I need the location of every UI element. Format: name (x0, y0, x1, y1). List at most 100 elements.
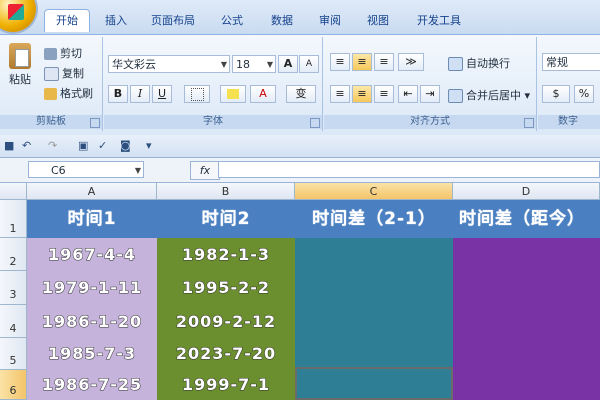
number-format-select[interactable]: 常规 (542, 53, 600, 71)
cut-label: 剪切 (60, 47, 82, 60)
redo-icon[interactable]: ↷ (48, 139, 57, 152)
time2-cell[interactable]: 1999-7-1 (157, 370, 295, 400)
tab-formulas[interactable]: 公式 (212, 10, 252, 32)
time1-cell[interactable]: 1979-1-11 (27, 271, 157, 305)
name-box[interactable]: C6 ▼ (28, 161, 144, 178)
cut-button[interactable]: 剪切 (44, 45, 82, 61)
time1-cell[interactable]: 1967-4-4 (27, 238, 157, 271)
insert-function-button[interactable]: fx (190, 161, 220, 180)
formula-input[interactable] (218, 161, 600, 178)
row-header-5[interactable]: 5 (0, 338, 27, 370)
office-button[interactable] (0, 0, 36, 32)
column-header-d[interactable]: D (453, 183, 600, 200)
time1-cell[interactable]: 1986-1-20 (27, 305, 157, 338)
merge-center-button[interactable]: 合并后居中 ▾ (448, 87, 530, 103)
chevron-down-icon: ▼ (134, 166, 141, 175)
align-bottom-button[interactable]: ≡ (374, 53, 394, 71)
tab-page-layout[interactable]: 页面布局 (142, 10, 204, 32)
time2-cell[interactable]: 1995-2-2 (157, 271, 295, 305)
header-cell-time1[interactable]: 时间1 (27, 200, 157, 238)
font-name-select[interactable]: 华文彩云 ▼ (108, 55, 230, 73)
clipboard-group: 粘贴 剪切 复制 格式刷 剪贴板 (0, 37, 103, 131)
border-icon (190, 88, 204, 101)
shrink-font-button[interactable]: A (299, 55, 319, 73)
selected-cell-c6[interactable] (295, 367, 453, 400)
time2-cell[interactable]: 1982-1-3 (157, 238, 295, 271)
customize-qat-icon[interactable]: ▾ (146, 139, 152, 152)
save-icon[interactable]: ■ (4, 139, 14, 152)
spellcheck-icon[interactable]: ✓ (98, 139, 107, 152)
clipboard-icon (9, 43, 31, 69)
format-painter-label: 格式刷 (60, 87, 93, 100)
orientation-button[interactable]: ≫ (398, 53, 424, 71)
currency-button[interactable]: $ (542, 85, 570, 103)
increase-indent-button[interactable]: ⇥ (420, 85, 440, 103)
clipboard-group-title: 剪贴板 (0, 115, 102, 129)
tab-review[interactable]: 审阅 (310, 10, 350, 32)
paste-button[interactable]: 粘贴 (6, 43, 34, 87)
align-center-button[interactable]: ≡ (352, 85, 372, 103)
select-all-corner[interactable] (0, 183, 27, 200)
print-preview-icon[interactable]: ▣ (78, 139, 88, 152)
chevron-down-icon: ▼ (266, 60, 273, 69)
row-header-6[interactable]: 6 (0, 370, 27, 400)
copy-button[interactable]: 复制 (44, 65, 84, 81)
decrease-indent-button[interactable]: ⇤ (398, 85, 418, 103)
alignment-group-title: 对齐方式 (324, 115, 536, 129)
tab-view[interactable]: 视图 (358, 10, 398, 32)
row-header-4[interactable]: 4 (0, 305, 27, 338)
tab-home[interactable]: 开始 (44, 9, 90, 32)
underline-button[interactable]: U (152, 85, 172, 103)
undo-icon[interactable]: ↶ (22, 139, 31, 152)
column-header-c[interactable]: C (295, 183, 453, 200)
formula-bar: C6 ▼ fx (0, 158, 600, 183)
clipboard-launcher-icon[interactable] (90, 118, 100, 128)
row-header-3[interactable]: 3 (0, 271, 27, 305)
font-group-title: 字体 (104, 115, 322, 129)
row-header-1[interactable]: 1 (0, 200, 27, 238)
tab-data[interactable]: 数据 (262, 10, 302, 32)
align-middle-button[interactable]: ≡ (352, 53, 372, 71)
phonetic-button[interactable]: 变 (286, 85, 316, 103)
alignment-launcher-icon[interactable] (524, 118, 534, 128)
italic-button[interactable]: I (130, 85, 150, 103)
time2-cell[interactable]: 2009-2-12 (157, 305, 295, 338)
align-left-button[interactable]: ≡ (330, 85, 350, 103)
tab-insert[interactable]: 插入 (96, 10, 136, 32)
wrap-text-label: 自动换行 (466, 57, 510, 70)
header-cell-diff[interactable]: 时间差（2-1） (295, 200, 453, 238)
borders-button[interactable] (184, 85, 210, 103)
number-group: 常规 $ % 数字 (538, 37, 600, 131)
wrap-text-button[interactable]: 自动换行 (448, 55, 510, 71)
time2-cell[interactable]: 2023-7-20 (157, 338, 295, 370)
font-color-button[interactable]: A (250, 85, 276, 103)
camera-icon[interactable]: ◙ (120, 139, 131, 152)
time1-cell[interactable]: 1986-7-25 (27, 370, 157, 400)
name-box-value: C6 (51, 164, 66, 177)
font-size-value: 18 (236, 58, 250, 71)
merge-center-label: 合并后居中 (466, 89, 521, 102)
tab-developer[interactable]: 开发工具 (410, 10, 468, 32)
bold-button[interactable]: B (108, 85, 128, 103)
brush-icon (44, 88, 57, 100)
merge-icon (448, 89, 463, 103)
number-group-title: 数字 (538, 115, 600, 129)
font-group: 华文彩云 ▼ 18 ▼ A A B I U A 变 字体 (104, 37, 323, 131)
scissors-icon (44, 48, 57, 60)
align-top-button[interactable]: ≡ (330, 53, 350, 71)
column-header-a[interactable]: A (27, 183, 157, 200)
font-launcher-icon[interactable] (310, 118, 320, 128)
header-cell-time2[interactable]: 时间2 (157, 200, 295, 238)
format-painter-button[interactable]: 格式刷 (44, 85, 93, 101)
align-right-button[interactable]: ≡ (374, 85, 394, 103)
header-cell-diff-now[interactable]: 时间差（距今） (453, 200, 600, 238)
percent-button[interactable]: % (574, 85, 594, 103)
column-d-fill (453, 238, 600, 400)
row-header-2[interactable]: 2 (0, 238, 27, 271)
font-size-select[interactable]: 18 ▼ (232, 55, 276, 73)
time1-cell[interactable]: 1985-7-3 (27, 338, 157, 370)
fill-color-button[interactable] (220, 85, 246, 103)
font-name-value: 华文彩云 (112, 58, 156, 71)
column-header-b[interactable]: B (157, 183, 295, 200)
grow-font-button[interactable]: A (278, 55, 298, 73)
